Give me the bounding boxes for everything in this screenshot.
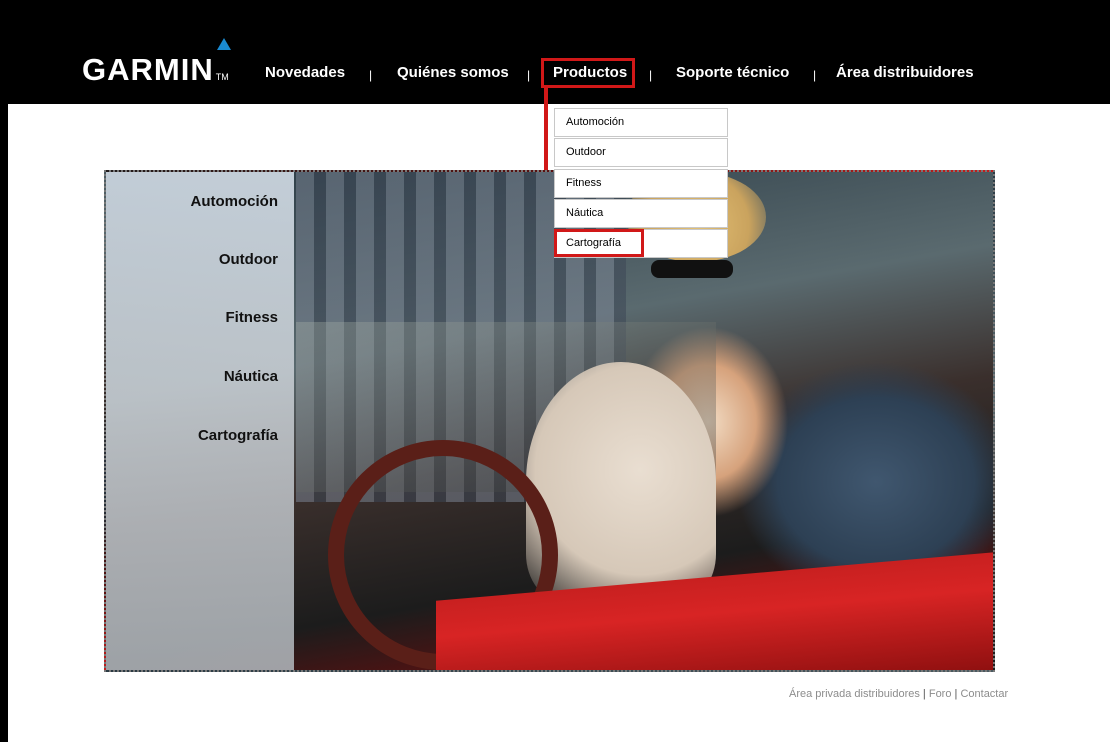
nav-novedades[interactable]: Novedades [265,63,345,83]
side-menu-cartografia[interactable]: Cartografía [106,426,294,446]
dropdown-item-automocion[interactable]: Automoción [554,108,728,137]
footer-link-area-privada[interactable]: Área privada distribuidores [789,688,920,700]
dropdown-item-fitness[interactable]: Fitness [554,169,728,198]
footer-separator: | [922,688,926,700]
side-menu-fitness[interactable]: Fitness [106,308,294,328]
nav-soporte-tecnico[interactable]: Soporte técnico [676,63,789,83]
dropdown-item-nautica[interactable]: Náutica [554,199,728,228]
nav-quienes-somos[interactable]: Quiénes somos [397,63,509,83]
footer-separator: | [954,688,958,700]
nav-area-distribuidores[interactable]: Área distribuidores [836,63,974,83]
logo-triangle-icon [217,38,231,50]
hero-banner: Automoción Outdoor Fitness Náutica Carto… [104,170,995,672]
hero-side-menu: Automoción Outdoor Fitness Náutica Carto… [106,172,294,670]
productos-highlight-box [541,58,635,88]
cartografia-highlight-box [554,229,644,257]
hero-sunglasses-image [651,260,733,278]
logo-text: GARMIN [82,52,214,87]
nav-separator: | [369,68,373,82]
nav-separator: | [813,68,817,82]
footer-links: Área privada distribuidores | Foro | Con… [789,688,1008,700]
nav-separator: | [527,68,531,82]
footer-link-contactar[interactable]: Contactar [960,688,1008,700]
side-menu-automocion[interactable]: Automoción [106,192,294,212]
nav-separator: | [649,68,653,82]
side-menu-outdoor[interactable]: Outdoor [106,250,294,270]
dropdown-item-outdoor[interactable]: Outdoor [554,138,728,167]
logo-trademark: TM [215,72,229,82]
footer-link-foro[interactable]: Foro [929,688,952,700]
garmin-logo[interactable]: GARMIN TM [82,50,229,97]
side-menu-nautica[interactable]: Náutica [106,367,294,387]
page-left-border [0,0,8,742]
